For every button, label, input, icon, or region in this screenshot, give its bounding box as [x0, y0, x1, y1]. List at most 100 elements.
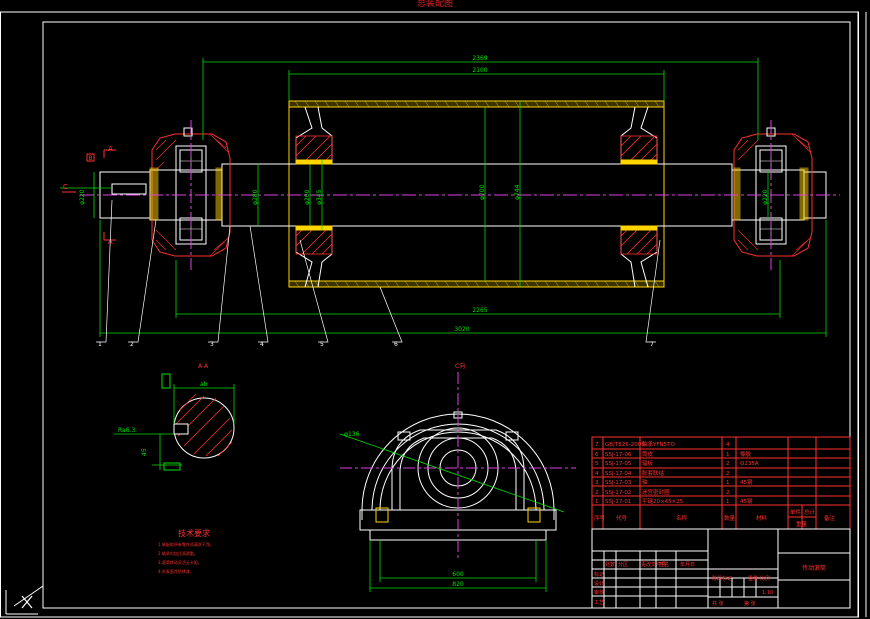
part-row-6-no: 6: [595, 452, 599, 458]
parts-list-header: 序号 代号 名称 数量 材料 单件 总计 重量 备注: [594, 508, 836, 528]
tech-note-2: 2.轴承内加注润滑脂。: [158, 550, 198, 556]
part-row-2-code: SSJ-17-02: [605, 490, 631, 496]
dim-drum-bottom: 2265: [472, 307, 487, 314]
part-row-3-name: 轴: [642, 478, 648, 486]
header-note: 备注: [824, 514, 836, 522]
title-col-count: 处数: [605, 561, 615, 568]
right-bearing-housing: [733, 127, 813, 257]
dim-drum-outer: φ744: [514, 184, 521, 200]
view-c-mark: C: [63, 183, 68, 191]
shaft-key: [111, 183, 147, 195]
callout-7: 7: [650, 341, 654, 348]
cad-drawing-canvas[interactable]: 总装配图 2369 2100 2265 3020 φ700 φ744 φ200 …: [0, 0, 870, 619]
dim-housing-width-2: 820: [452, 581, 464, 588]
header-no: 序号: [594, 514, 606, 522]
part-row-2-qty: 2: [726, 490, 730, 496]
part-row-6-name: 筒皮: [642, 450, 654, 458]
callout-5: 5: [320, 341, 324, 348]
parts-list-rows: 7 GB/T826-2006 轴承YFN5TO 4 6 SSJ-17-06 筒皮…: [595, 440, 759, 505]
part-row-3-material: 45钢: [740, 478, 753, 486]
part-row-6-code: SSJ-17-06: [605, 452, 632, 458]
tech-requirements: 技术要求 1.装配前所有零件须清洗干净。 2.轴承内加注润滑脂。 3.滚筒转动灵…: [158, 528, 214, 574]
part-row-4-code: SSJ-17-04: [605, 471, 632, 477]
title-row-process: 工艺: [594, 600, 604, 606]
dim-housing-diam: φ136: [344, 431, 360, 438]
tech-requirements-title: 技术要求: [178, 528, 210, 538]
drawing-name: 传动滚筒: [802, 564, 826, 572]
dimension-texts: 2369 2100 2265 3020 φ700 φ744 φ200 φ345 …: [79, 55, 769, 333]
part-row-3-code: SSJ-17-03: [605, 480, 632, 486]
parts-list: 7 GB/T826-2006 轴承YFN5TO 4 6 SSJ-17-06 筒皮…: [591, 436, 851, 530]
center-lines: [80, 120, 840, 270]
callout-numbers: 1 2 3 4 5 6 7: [98, 341, 654, 348]
bearing-housing-end-view: C向 φ136 600 820: [339, 362, 576, 592]
dim-drum-top: 2100: [472, 67, 487, 74]
sheet-label: 共 张: [712, 600, 724, 607]
section-mark-top: A: [108, 145, 113, 153]
scale-label: 比例: [760, 575, 770, 582]
tech-note-3: 3.滚筒转动灵活无卡阻。: [158, 559, 202, 565]
part-row-4-name: 胀套联结: [642, 469, 665, 477]
part-row-5-name: 辐板: [642, 459, 654, 467]
part-row-2-name: 迷宫密封圈: [642, 488, 670, 496]
dim-shaft-end: φ220: [79, 189, 86, 205]
header-total-weight: 总计: [804, 508, 816, 516]
part-row-4-no: 4: [595, 471, 599, 477]
part-row-5-material: Q235A: [740, 461, 759, 467]
header-weight: 重量: [796, 520, 808, 528]
datum-box-label: B: [89, 155, 93, 162]
tech-note-1: 1.装配前所有零件须清洗干净。: [158, 541, 214, 547]
part-row-1-material: 45钢: [740, 497, 753, 505]
part-row-3-no: 3: [595, 480, 599, 486]
dim-section-key: 45: [141, 448, 148, 456]
dimension-lines: [60, 58, 827, 337]
part-row-4-qty: 2: [726, 471, 730, 477]
title-block: 标记 设计 审核 工艺 处数 分区 更改文件号 签名 年月日 阶段标记 重量 比…: [591, 528, 851, 609]
title-col-date: 年月日: [680, 561, 695, 568]
part-row-1-name: 平键20×45×25: [642, 497, 684, 505]
top-title: 总装配图: [417, 0, 453, 9]
callout-6: 6: [394, 341, 398, 348]
part-row-5-code: SSJ-17-05: [605, 461, 632, 467]
header-qty: 数量: [724, 514, 736, 522]
part-row-5-qty: 2: [726, 461, 730, 467]
callout-2: 2: [130, 341, 134, 348]
dim-housing-width-1: 600: [452, 571, 464, 578]
section-a-a-view: A-A ab Ra6.3 45: [114, 363, 235, 471]
part-row-1-qty: 1: [726, 499, 730, 505]
part-row-5-no: 5: [595, 461, 599, 467]
header-name: 名称: [676, 514, 688, 522]
part-row-2-no: 2: [595, 490, 599, 496]
housing-view-label: C向: [455, 362, 465, 370]
part-row-6-qty: 1: [726, 452, 730, 458]
title-col-sign: 签名: [659, 561, 669, 568]
dim-section-width: ab: [200, 381, 208, 388]
part-row-7-qty: 4: [726, 442, 730, 448]
dim-section-roughness: Ra6.3: [118, 427, 135, 434]
callout-1: 1: [98, 341, 102, 348]
ucs-axis-icon: [5, 590, 38, 615]
part-row-1-code: SSJ-17-01: [605, 499, 631, 505]
section-tolerance-box: [163, 462, 181, 471]
main-assembly-view: 2369 2100 2265 3020 φ700 φ744 φ200 φ345 …: [60, 55, 840, 348]
title-row-design: 设计: [594, 580, 604, 587]
left-bearing-housing: [149, 127, 231, 257]
part-row-6-material: 橡胶: [740, 450, 752, 458]
left-end-disc: [295, 106, 333, 288]
dim-drum-inner: φ700: [479, 184, 486, 200]
weight-label: 重量: [748, 575, 758, 582]
dim-overall-top: 2369: [472, 55, 487, 62]
title-col-zone: 分区: [618, 561, 628, 568]
drum-lagging-hatch: [294, 100, 660, 288]
part-row-3-qty: 1: [726, 480, 730, 486]
header-unit-weight: 单件: [790, 508, 802, 516]
dim-overall-bottom: 3020: [454, 326, 469, 333]
title-row-mark: 标记: [594, 571, 604, 578]
part-row-7-name: 轴承YFN5TO: [642, 440, 675, 448]
section-roughness-box: [161, 373, 171, 389]
header-code: 代号: [616, 514, 628, 522]
part-row-1-no: 1: [595, 499, 599, 505]
stage-label: 阶段标记: [712, 575, 732, 582]
header-material: 材料: [756, 514, 768, 522]
dim-hub-left: φ200: [304, 189, 311, 205]
